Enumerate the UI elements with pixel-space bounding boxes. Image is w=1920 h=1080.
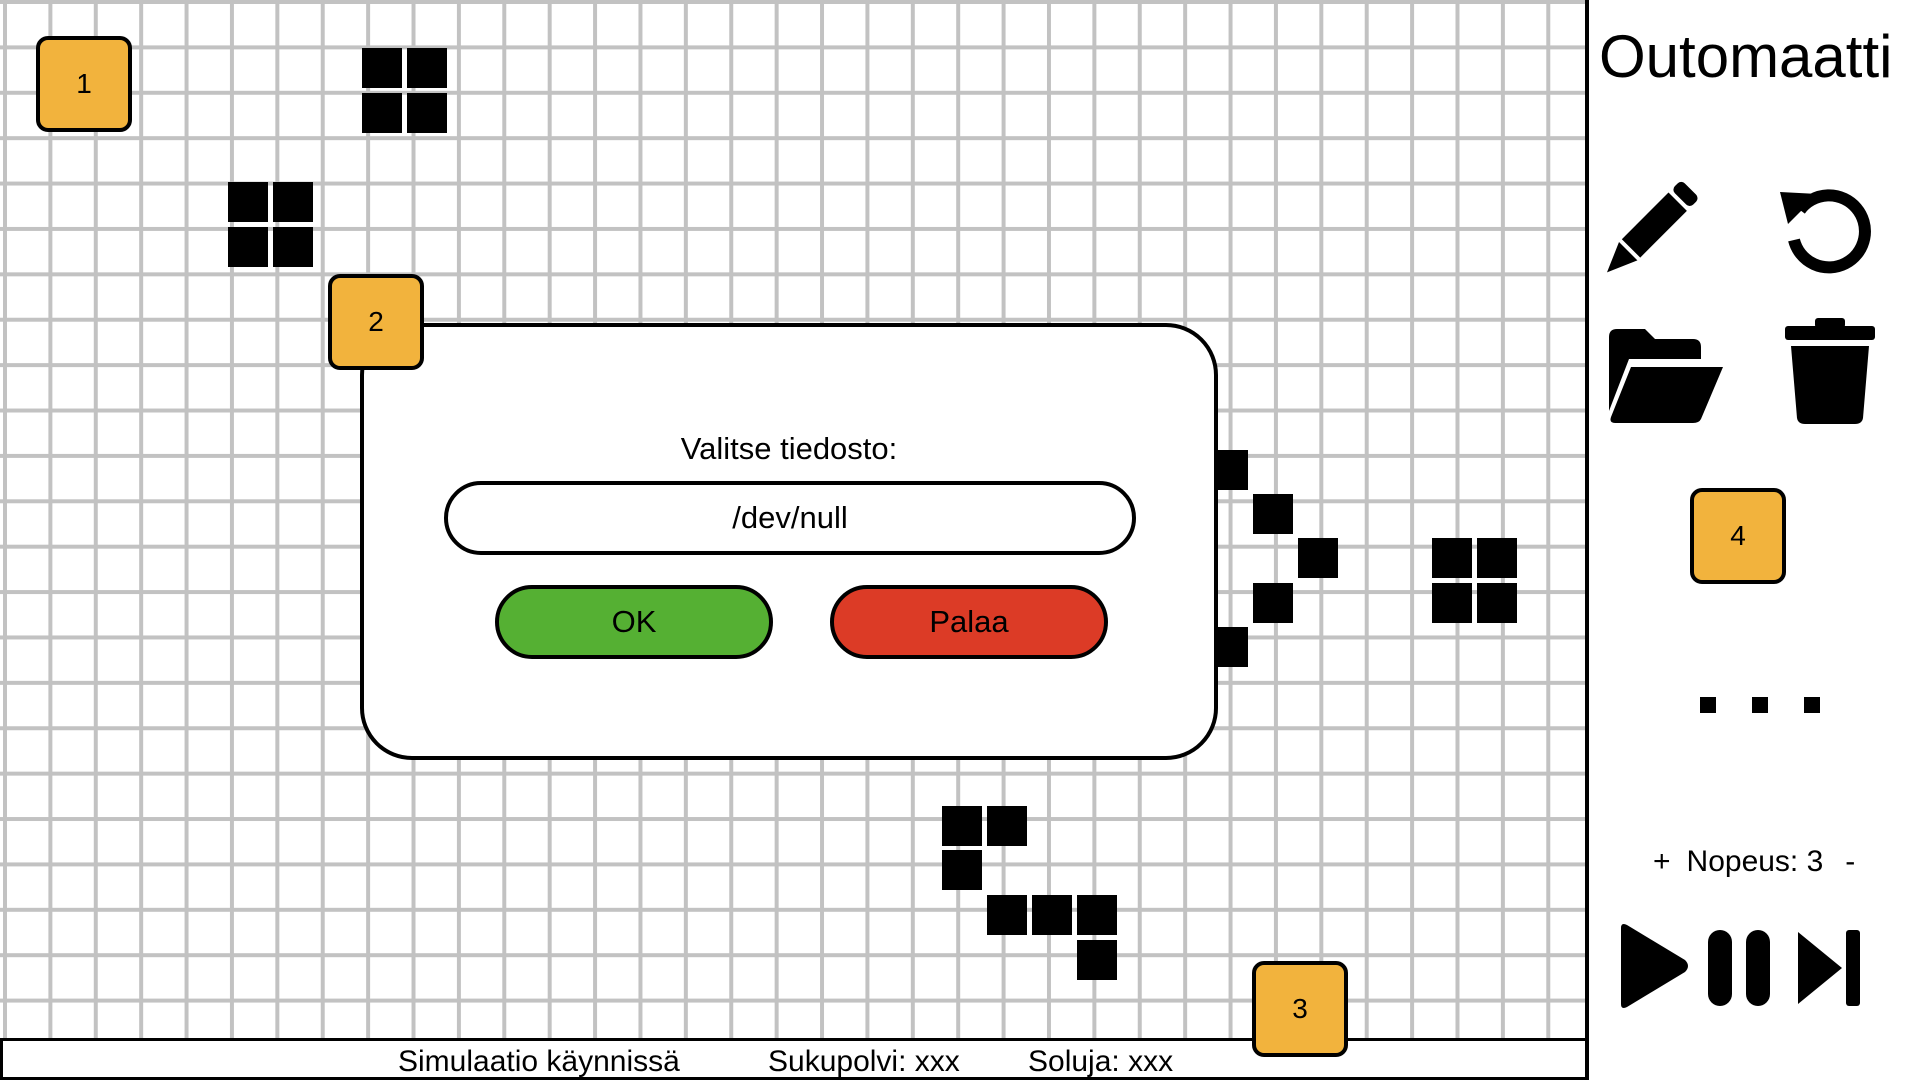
speed-decrease-button[interactable]: - bbox=[1835, 845, 1865, 879]
live-cell[interactable] bbox=[942, 806, 982, 846]
live-cell[interactable] bbox=[1032, 895, 1072, 935]
badge-1: 1 bbox=[36, 36, 132, 132]
live-cell[interactable] bbox=[1298, 538, 1338, 578]
badge-4: 4 bbox=[1690, 488, 1786, 584]
app-window: Simulaatio käynnissä Sukupolvi: xxx Solu… bbox=[0, 0, 1920, 1080]
live-cell[interactable] bbox=[1253, 494, 1293, 534]
live-cell[interactable] bbox=[362, 48, 402, 88]
live-cell[interactable] bbox=[1477, 583, 1517, 623]
simulation-status: Simulaatio käynnissä bbox=[398, 1045, 680, 1078]
pause-icon[interactable] bbox=[1706, 928, 1772, 1008]
live-cell[interactable] bbox=[362, 93, 402, 133]
ok-button[interactable]: OK bbox=[495, 585, 773, 659]
trash-icon[interactable] bbox=[1785, 318, 1875, 426]
live-cell[interactable] bbox=[1077, 895, 1117, 935]
live-cell[interactable] bbox=[1253, 583, 1293, 623]
speed-control: + Nopeus: 3 - bbox=[1643, 845, 1865, 879]
badge-2: 2 bbox=[328, 274, 424, 370]
live-cell[interactable] bbox=[228, 227, 268, 267]
live-cell[interactable] bbox=[1477, 538, 1517, 578]
live-cell[interactable] bbox=[407, 48, 447, 88]
app-title: Outomaatti bbox=[1599, 23, 1893, 90]
pencil-icon[interactable] bbox=[1593, 175, 1703, 285]
speed-label: Nopeus: 3 bbox=[1686, 845, 1824, 878]
status-bar: Simulaatio käynnissä Sukupolvi: xxx Solu… bbox=[0, 1038, 1589, 1080]
play-icon[interactable] bbox=[1611, 920, 1691, 1012]
file-path-input[interactable] bbox=[444, 481, 1136, 555]
folder-open-icon[interactable] bbox=[1605, 325, 1725, 425]
step-icon[interactable] bbox=[1796, 928, 1862, 1008]
more-options-icon[interactable] bbox=[1700, 697, 1820, 715]
file-dialog: Valitse tiedosto: OK Palaa bbox=[360, 323, 1218, 760]
live-cell[interactable] bbox=[1077, 940, 1117, 980]
live-cell[interactable] bbox=[1432, 583, 1472, 623]
speed-increase-button[interactable]: + bbox=[1643, 845, 1681, 879]
dialog-title: Valitse tiedosto: bbox=[680, 431, 898, 466]
live-cell[interactable] bbox=[228, 182, 268, 222]
live-cell[interactable] bbox=[407, 93, 447, 133]
live-cell[interactable] bbox=[987, 895, 1027, 935]
live-cell[interactable] bbox=[942, 850, 982, 890]
live-cell[interactable] bbox=[987, 806, 1027, 846]
live-cell[interactable] bbox=[1432, 538, 1472, 578]
live-cell[interactable] bbox=[273, 227, 313, 267]
generation-count: Sukupolvi: xxx bbox=[768, 1045, 960, 1078]
reset-icon[interactable] bbox=[1778, 180, 1878, 280]
cell-count: Soluja: xxx bbox=[1028, 1045, 1174, 1078]
badge-3: 3 bbox=[1252, 961, 1348, 1057]
back-button[interactable]: Palaa bbox=[830, 585, 1108, 659]
live-cell[interactable] bbox=[273, 182, 313, 222]
